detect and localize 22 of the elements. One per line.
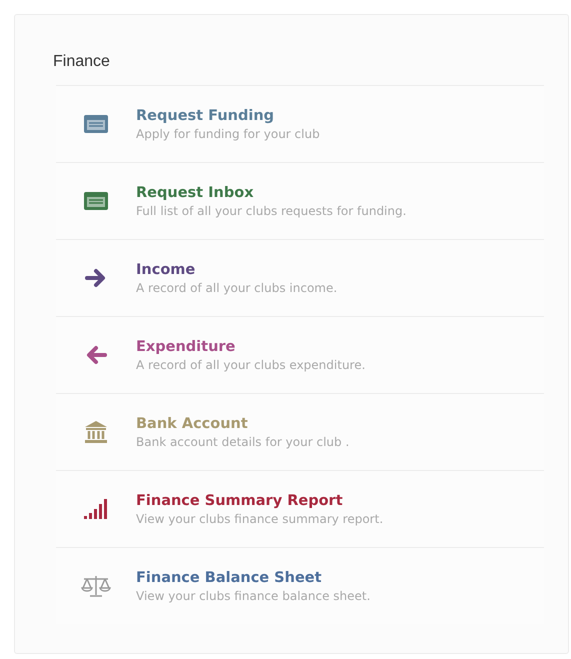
item-description: View your clubs finance balance sheet. <box>136 588 370 602</box>
bank-icon <box>84 420 108 444</box>
arrow-right-icon <box>85 268 107 288</box>
item-description: A record of all your clubs income. <box>136 280 338 294</box>
item-description: A record of all your clubs expenditure. <box>136 358 366 372</box>
item-title: Request Inbox <box>136 184 255 200</box>
item-description: Bank account details for your club . <box>136 434 350 448</box>
item-title: Request Funding <box>136 108 276 124</box>
item-description: Full list of all your clubs requests for funding. <box>136 204 406 218</box>
item-description: Apply for funding for your club <box>136 126 320 140</box>
form-icon <box>83 114 109 134</box>
item-title: Finance Balance Sheet <box>136 570 323 586</box>
item-title: Income <box>136 262 196 278</box>
item-title: Finance Summary Report <box>136 492 344 508</box>
arrow-left-icon <box>85 345 107 365</box>
item-title: Bank Account <box>136 416 249 432</box>
item-description: View your clubs finance summary report. <box>136 512 384 526</box>
balance-scale-icon <box>81 574 111 598</box>
panel-title: Finance <box>53 53 111 71</box>
bar-chart-icon <box>83 498 109 520</box>
item-title: Expenditure <box>136 338 236 354</box>
form-icon <box>83 191 109 211</box>
